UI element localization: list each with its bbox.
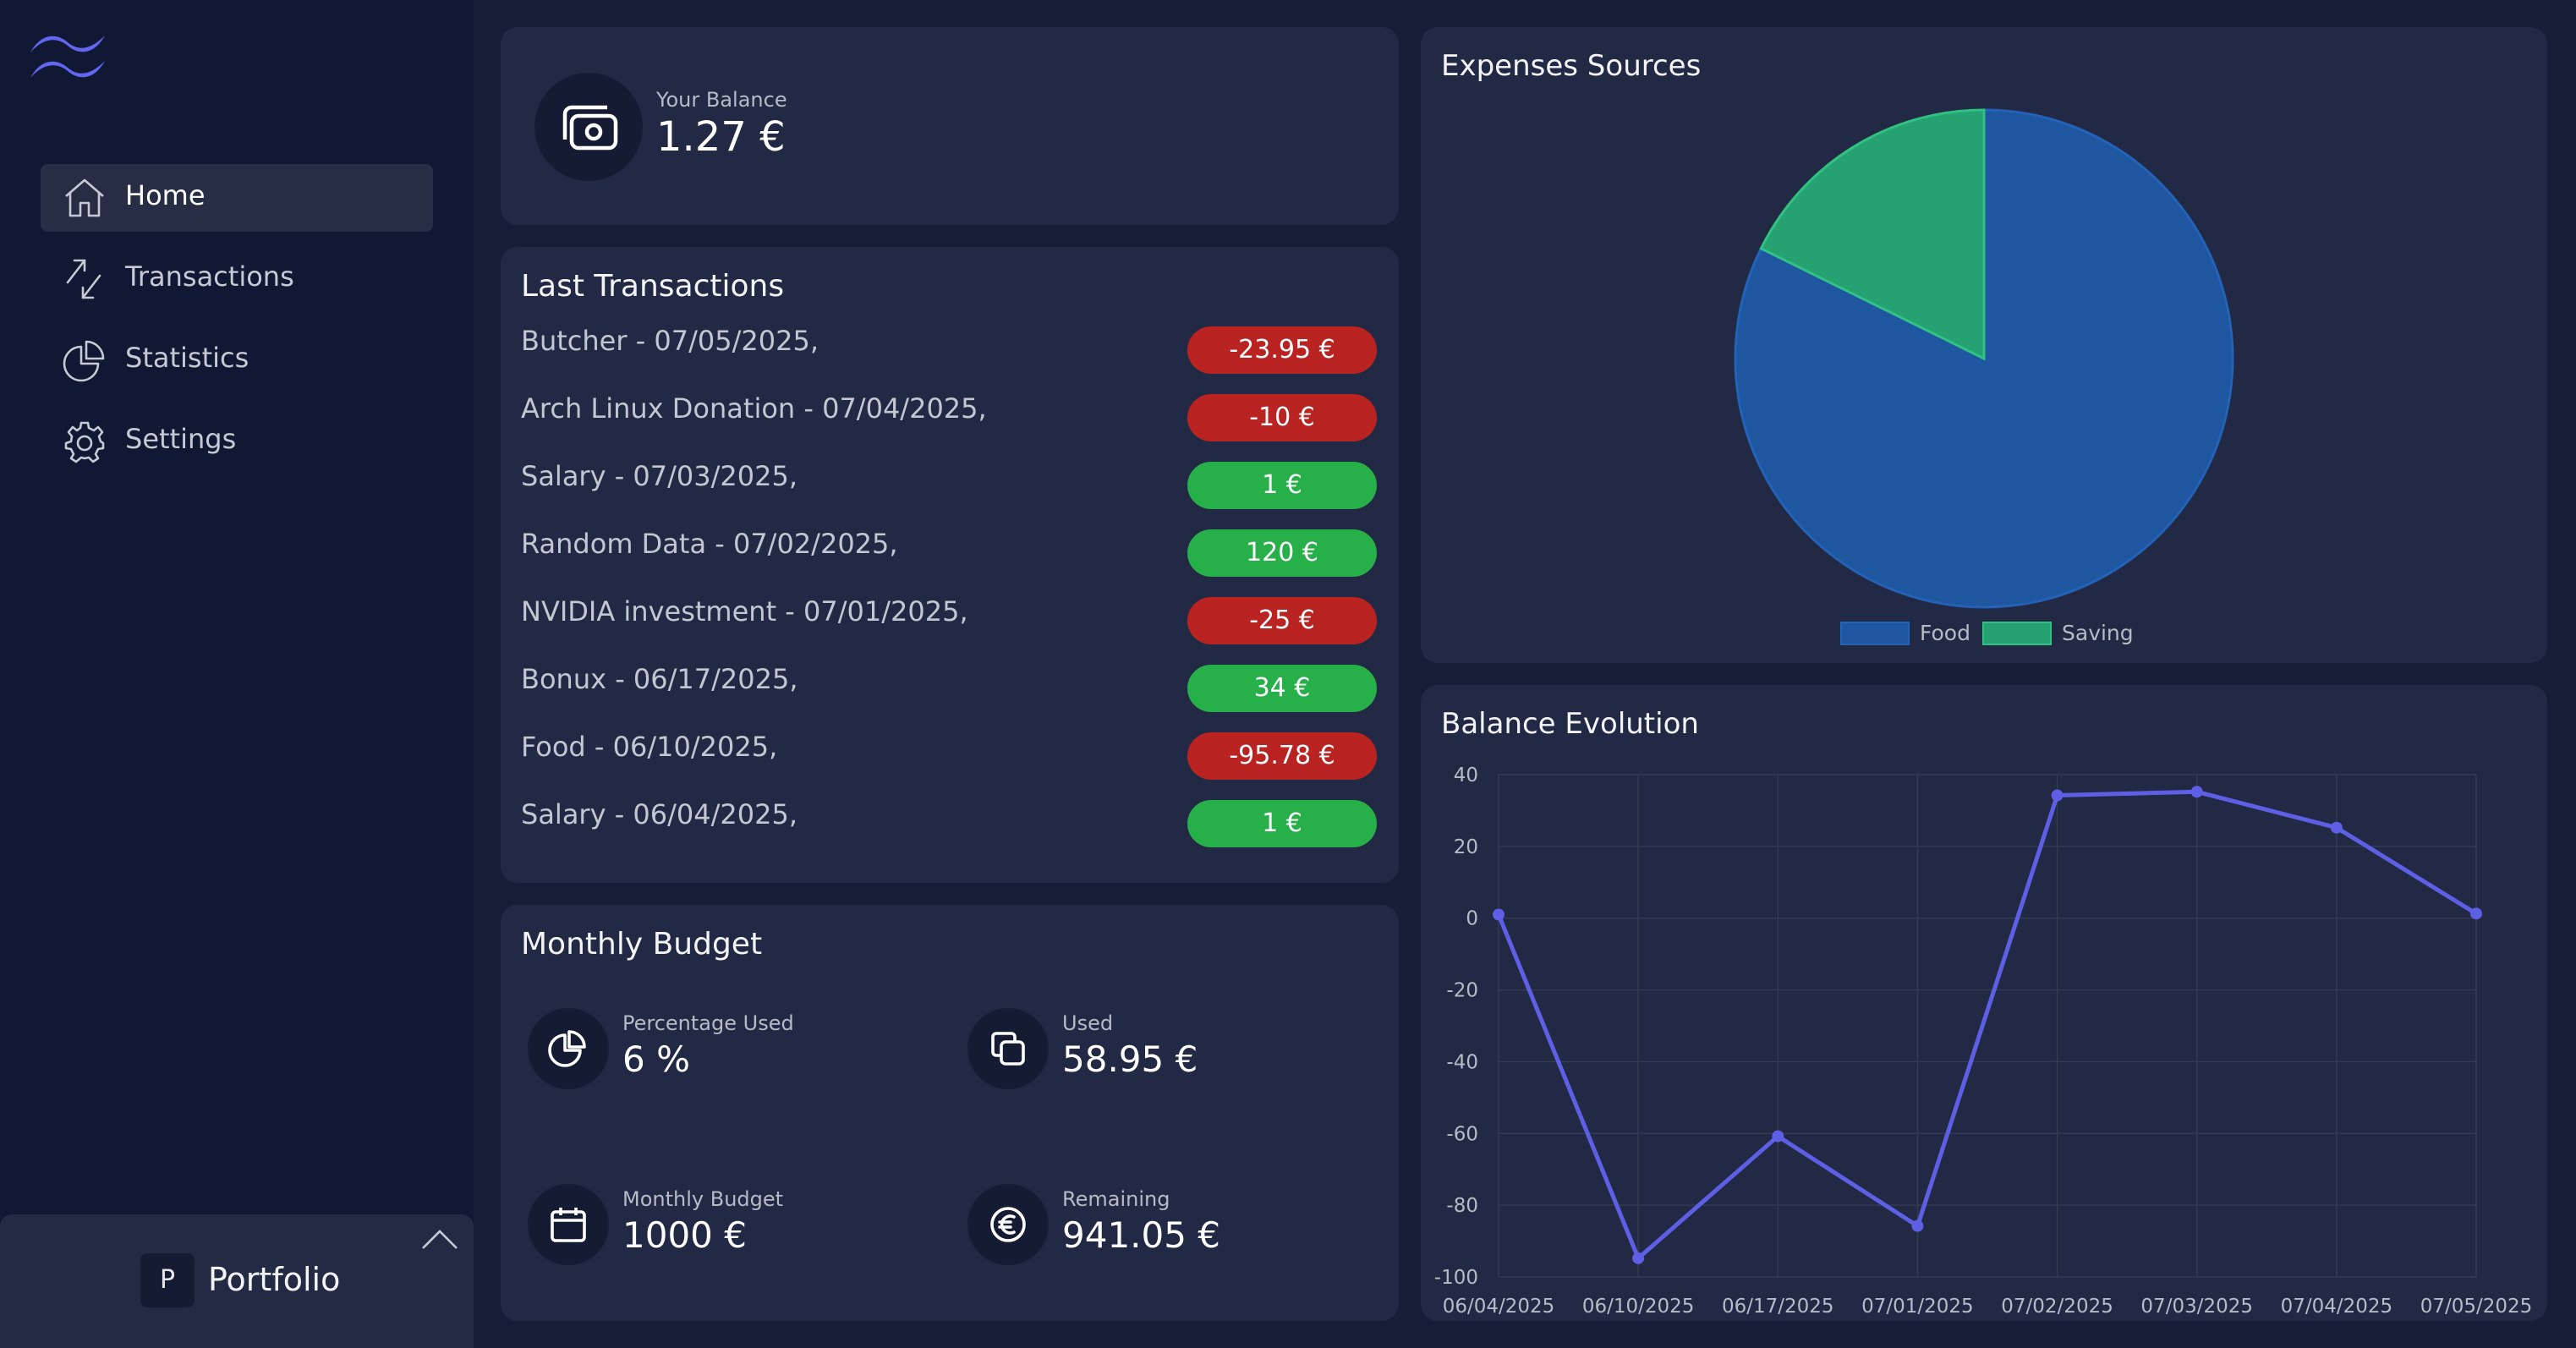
- x-tick-label: 06/04/2025: [1443, 1296, 1555, 1318]
- y-tick-label: -80: [1446, 1195, 1478, 1217]
- stat-caption: Remaining: [1062, 1187, 1170, 1211]
- y-tick-label: 0: [1466, 908, 1478, 930]
- home-icon: [63, 176, 107, 220]
- sidebar-item-label: Settings: [125, 423, 237, 455]
- gear-icon: [63, 419, 107, 463]
- expenses-card: Expenses Sources Food Saving: [1421, 27, 2547, 663]
- budget-card: Monthly Budget Percentage Used 6 % Used …: [501, 905, 1399, 1321]
- data-point[interactable]: [2190, 786, 2203, 798]
- transaction-row[interactable]: Random Data - 07/02/2025, 120 €: [521, 523, 1377, 577]
- x-tick-label: 07/02/2025: [2001, 1296, 2113, 1318]
- transaction-label: Salary - 06/04/2025,: [521, 798, 798, 830]
- transaction-label: Salary - 07/03/2025,: [521, 460, 798, 492]
- balance-series-line: [1496, 789, 2478, 1261]
- transaction-row[interactable]: NVIDIA investment - 07/01/2025, -25 €: [521, 590, 1377, 644]
- transaction-label: Random Data - 07/02/2025,: [521, 528, 898, 560]
- balance-line-chart: 40 20 0 -20 -40 -60 -80 -100 06/04/2025 06/10/202…: [1434, 764, 2533, 1318]
- transaction-row[interactable]: Salary - 06/04/2025, 1 €: [521, 793, 1377, 847]
- legend-item-food[interactable]: Food: [1840, 621, 1970, 645]
- y-tick-label: -40: [1446, 1051, 1478, 1073]
- euro-icon: [967, 1184, 1049, 1265]
- card-title: Last Transactions: [521, 269, 785, 304]
- stat-value: 941.05 €: [1062, 1214, 1221, 1256]
- tailwind-logo[interactable]: [27, 25, 112, 85]
- x-tick-label: 07/05/2025: [2420, 1296, 2533, 1318]
- transaction-label: Food - 06/10/2025,: [521, 731, 778, 763]
- sidebar-item-label: Home: [125, 179, 206, 211]
- y-tick-label: 40: [1454, 764, 1478, 786]
- sidebar-item-transactions[interactable]: Transactions: [41, 245, 433, 313]
- stat-value: 1000 €: [622, 1214, 747, 1256]
- transaction-row[interactable]: Bonux - 06/17/2025, 34 €: [521, 658, 1377, 712]
- transaction-label: Butcher - 07/05/2025,: [521, 325, 819, 357]
- stat-value: 58.95 €: [1062, 1038, 1198, 1080]
- stat-caption: Monthly Budget: [622, 1187, 784, 1211]
- transaction-row[interactable]: Arch Linux Donation - 07/04/2025, -10 €: [521, 387, 1377, 441]
- app-root: Home Transactions Statistics Settings P …: [0, 0, 2576, 1348]
- data-point[interactable]: [1632, 1252, 1645, 1264]
- sidebar-item-settings[interactable]: Settings: [41, 408, 433, 475]
- transaction-row[interactable]: Food - 06/10/2025, -95.78 €: [521, 726, 1377, 780]
- balance-value: 1.27 €: [656, 113, 786, 161]
- transaction-label: Arch Linux Donation - 07/04/2025,: [521, 392, 987, 425]
- chevron-up-icon[interactable]: [421, 1228, 458, 1252]
- data-point[interactable]: [1911, 1219, 1924, 1232]
- transaction-label: NVIDIA investment - 07/01/2025,: [521, 595, 968, 627]
- transaction-amount-badge: 120 €: [1187, 529, 1377, 577]
- portfolio-name: Portfolio: [208, 1261, 341, 1298]
- transaction-amount-badge: 1 €: [1187, 800, 1377, 847]
- transaction-label: Bonux - 06/17/2025,: [521, 663, 798, 695]
- avatar: P: [140, 1253, 195, 1307]
- legend-label: Food: [1920, 621, 1970, 645]
- stat-caption: Used: [1062, 1011, 1114, 1035]
- data-point[interactable]: [2330, 821, 2343, 834]
- y-tick-label: -60: [1446, 1123, 1478, 1145]
- data-point[interactable]: [1493, 908, 1504, 921]
- y-tick-label: -100: [1434, 1267, 1478, 1289]
- balance-caption: Your Balance: [656, 88, 787, 112]
- copy-icon: [967, 1008, 1049, 1089]
- sidebar: Home Transactions Statistics Settings P …: [0, 0, 474, 1348]
- expenses-pie-chart: [1734, 108, 2234, 609]
- data-point[interactable]: [2051, 789, 2064, 802]
- stat-value: 6 %: [622, 1038, 690, 1080]
- balance-card: Your Balance 1.27 €: [501, 27, 1399, 225]
- legend-label: Saving: [2062, 621, 2134, 645]
- card-title: Monthly Budget: [521, 927, 763, 962]
- x-tick-label: 07/01/2025: [1861, 1296, 1974, 1318]
- transactions-icon: [63, 257, 107, 301]
- legend-swatch: [1982, 621, 2052, 645]
- money-icon: [534, 73, 643, 181]
- pie-chart-icon: [528, 1008, 609, 1089]
- stat-caption: Percentage Used: [622, 1011, 794, 1035]
- sidebar-item-home[interactable]: Home: [41, 164, 433, 232]
- x-tick-label: 06/10/2025: [1582, 1296, 1695, 1318]
- x-tick-label: 07/04/2025: [2281, 1296, 2393, 1318]
- calendar-icon: [528, 1184, 609, 1265]
- transaction-amount-badge: -23.95 €: [1187, 326, 1377, 374]
- data-point[interactable]: [1772, 1130, 1784, 1143]
- y-tick-label: 20: [1454, 836, 1478, 858]
- transaction-amount-badge: -95.78 €: [1187, 732, 1377, 780]
- sidebar-item-label: Transactions: [125, 260, 294, 293]
- y-tick-label: -20: [1446, 980, 1478, 1002]
- transaction-amount-badge: -25 €: [1187, 597, 1377, 644]
- transaction-row[interactable]: Salary - 07/03/2025, 1 €: [521, 455, 1377, 509]
- evolution-card: Balance Evolution 40 20 0 -20 -40 -60 -80 -100 0…: [1421, 685, 2547, 1321]
- pie-chart-icon: [63, 338, 107, 382]
- x-tick-label: 06/17/2025: [1722, 1296, 1834, 1318]
- sidebar-item-label: Statistics: [125, 342, 249, 374]
- legend-item-saving[interactable]: Saving: [1982, 621, 2134, 645]
- data-point[interactable]: [2470, 907, 2482, 920]
- transactions-card: Last Transactions Butcher - 07/05/2025, -…: [501, 247, 1399, 883]
- transaction-amount-badge: 1 €: [1187, 462, 1377, 509]
- sidebar-item-statistics[interactable]: Statistics: [41, 326, 433, 394]
- portfolio-switcher[interactable]: P Portfolio: [0, 1214, 474, 1348]
- transaction-amount-badge: -10 €: [1187, 394, 1377, 441]
- legend-swatch: [1840, 621, 1910, 645]
- transaction-amount-badge: 34 €: [1187, 665, 1377, 712]
- x-tick-label: 07/03/2025: [2140, 1296, 2253, 1318]
- transaction-row[interactable]: Butcher - 07/05/2025, -23.95 €: [521, 320, 1377, 374]
